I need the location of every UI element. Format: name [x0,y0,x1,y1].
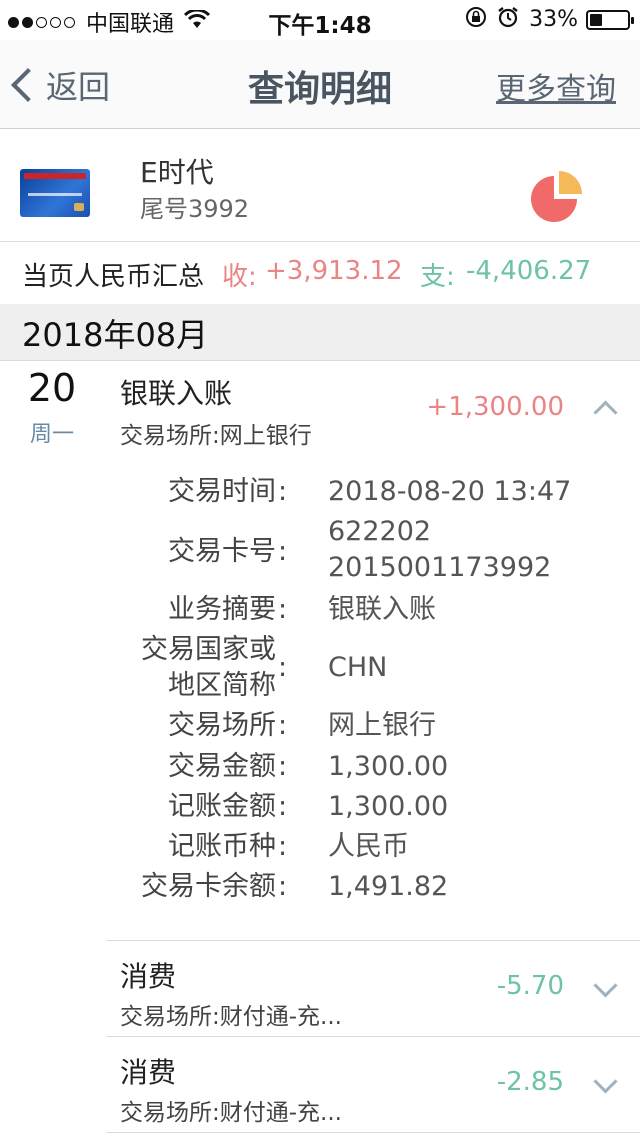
transaction-row[interactable]: 消费 交易场所:财付通-充... -2.85 [106,1037,640,1131]
status-right: 33% [465,6,634,33]
detail-colon: : [278,751,288,782]
detail-colon: : [278,536,288,567]
transaction-row[interactable]: 银联入账 交易场所:网上银行 +1,300.00 [106,362,640,462]
transaction-row[interactable]: 消费 交易场所:财付通-充... -5.70 [106,941,640,1035]
detail-colon: : [278,476,288,507]
summary-row: 当页人民币汇总 收: +3,913.12 支: -4,406.27 [0,242,640,304]
detail-label: 交易卡余额 [141,871,276,902]
detail-value: 银联入账 [328,594,436,625]
pie-chart-icon[interactable] [528,167,584,223]
detail-value: 人民币 [328,831,409,862]
transaction-title: 消费 [120,960,177,993]
detail-label: 交易金额 [168,751,276,782]
detail-value: CHN [328,652,388,683]
detail-label: 业务摘要 [168,594,276,625]
navigation-bar: 返回 查询明细 更多查询 [0,40,640,129]
detail-colon: : [278,871,288,902]
expense-label: 支: [420,262,455,292]
detail-value: 2015001173992 [328,552,552,583]
transaction-place: 交易场所:财付通-充... [120,1004,342,1030]
card-stripe [24,173,86,179]
detail-label: 记账币种 [168,831,276,862]
detail-colon: : [278,791,288,822]
month-header: 2018年08月 [0,304,640,361]
battery-level [590,13,602,26]
detail-label: 记账金额 [168,791,276,822]
chevron-down-icon[interactable] [593,1069,618,1094]
card-tail-number: 尾号3992 [140,195,250,223]
detail-colon: : [278,594,288,625]
income-total: +3,913.12 [265,256,403,286]
detail-value: 1,300.00 [328,751,449,782]
detail-colon: : [278,710,288,741]
income-label: 收: [222,262,257,292]
chevron-up-icon[interactable] [593,400,618,425]
detail-value: 1,491.82 [328,871,449,902]
card-row[interactable]: E时代 尾号3992 [0,129,640,242]
detail-label: 地区简称 [168,670,276,701]
detail-value: 2018-08-20 13:47 [328,476,572,507]
day-weekday: 周一 [29,422,74,447]
detail-colon: : [278,652,288,683]
detail-value: 622202 [328,516,432,547]
card-name: E时代 [140,156,214,189]
status-bar: 中国联通 下午1:48 33% [0,0,640,40]
transaction-place: 交易场所:财付通-充... [120,1100,342,1126]
transaction-title: 消费 [120,1056,177,1089]
detail-label: 交易国家或 [141,634,276,665]
divider [106,1132,640,1133]
summary-label: 当页人民币汇总 [22,262,205,292]
battery-percent: 33% [529,7,578,32]
detail-label: 交易卡号 [168,536,276,567]
detail-value: 网上银行 [328,710,436,741]
month-label: 2018年08月 [22,316,209,354]
detail-colon: : [278,831,288,862]
transaction-place: 交易场所:网上银行 [120,423,312,449]
more-query-button[interactable]: 更多查询 [496,64,616,108]
rotation-lock-icon [465,6,487,33]
card-number-line [28,193,82,196]
day-column: 20 周一 [0,362,104,448]
transaction-amount: +1,300.00 [426,392,564,422]
expense-total: -4,406.27 [466,256,592,286]
day-number: 20 [27,366,77,410]
transaction-title: 银联入账 [120,377,233,410]
detail-label: 交易时间 [168,476,276,507]
card-chip [74,203,84,211]
battery-icon [586,9,634,30]
transaction-amount: -2.85 [496,1067,564,1097]
detail-label: 交易场所 [168,710,276,741]
alarm-icon [497,6,519,33]
chevron-down-icon[interactable] [593,973,618,998]
transaction-amount: -5.70 [496,971,564,1001]
detail-value: 1,300.00 [328,791,449,822]
bank-card-image [20,169,90,217]
